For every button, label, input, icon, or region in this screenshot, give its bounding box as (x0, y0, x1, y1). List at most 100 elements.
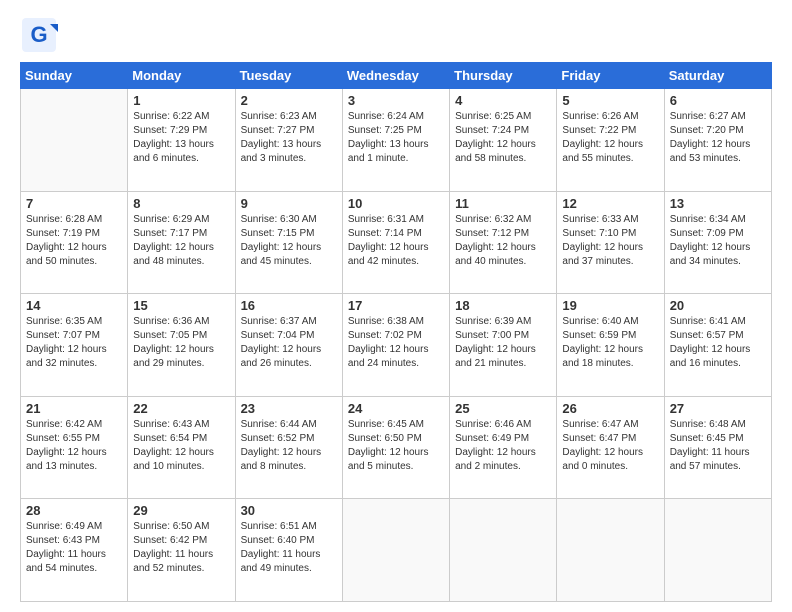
day-number: 1 (133, 93, 229, 108)
day-number: 29 (133, 503, 229, 518)
day-number: 21 (26, 401, 122, 416)
day-number: 12 (562, 196, 658, 211)
calendar-cell (21, 89, 128, 192)
calendar-cell: 15 Sunrise: 6:36 AM Sunset: 7:05 PM Dayli… (128, 294, 235, 397)
daylight-info: Sunrise: 6:36 AM Sunset: 7:05 PM Dayligh… (133, 315, 229, 371)
daylight-info: Sunrise: 6:25 AM Sunset: 7:24 PM Dayligh… (455, 110, 551, 166)
calendar-cell: 7 Sunrise: 6:28 AM Sunset: 7:19 PM Daylig… (21, 191, 128, 294)
week-row-3: 14Sunrise: 6:35 AM Sunset: 7:07 PM Dayli… (21, 294, 772, 397)
col-saturday: Saturday (664, 63, 771, 89)
day-number: 18 (455, 298, 551, 313)
day-number: 11 (455, 196, 551, 211)
calendar-cell: 10 Sunrise: 6:31 AM Sunset: 7:14 PM Dayli… (342, 191, 449, 294)
col-sunday: Sunday (21, 63, 128, 89)
day-number: 26 (562, 401, 658, 416)
week-row-1: 1 Sunrise: 6:22 AM Sunset: 7:29 PM Daylig… (21, 89, 772, 192)
daylight-info: Sunrise: 6:29 AM Sunset: 7:17 PM Dayligh… (133, 213, 229, 269)
daylight-info: Sunrise: 6:26 AM Sunset: 7:22 PM Dayligh… (562, 110, 658, 166)
daylight-info: Sunrise: 6:42 AM Sunset: 6:55 PM Dayligh… (26, 418, 122, 474)
daylight-info: Sunrise: 6:48 AM Sunset: 6:45 PM Dayligh… (670, 418, 766, 474)
daylight-info: Sunrise: 6:24 AM Sunset: 7:25 PM Dayligh… (348, 110, 444, 166)
calendar-cell: 25 Sunrise: 6:46 AM Sunset: 6:49 PM Dayli… (450, 396, 557, 499)
day-number: 13 (670, 196, 766, 211)
day-number: 28 (26, 503, 122, 518)
calendar-cell: 17Sunrise: 6:38 AM Sunset: 7:02 PM Dayli… (342, 294, 449, 397)
col-friday: Friday (557, 63, 664, 89)
col-wednesday: Wednesday (342, 63, 449, 89)
day-number: 2 (241, 93, 337, 108)
daylight-info: Sunrise: 6:50 AM Sunset: 6:42 PM Dayligh… (133, 520, 229, 576)
day-number: 24 (348, 401, 444, 416)
calendar-table: Sunday Monday Tuesday Wednesday Thursday… (20, 62, 772, 602)
daylight-info: Sunrise: 6:27 AM Sunset: 7:20 PM Dayligh… (670, 110, 766, 166)
daylight-info: Sunrise: 6:40 AM Sunset: 6:59 PM Dayligh… (562, 315, 658, 371)
page: G Sunday Monday Tuesday Wednesday Thursd… (0, 0, 792, 612)
col-thursday: Thursday (450, 63, 557, 89)
daylight-info: Sunrise: 6:30 AM Sunset: 7:15 PM Dayligh… (241, 213, 337, 269)
calendar-cell: 2 Sunrise: 6:23 AM Sunset: 7:27 PM Daylig… (235, 89, 342, 192)
daylight-info: Sunrise: 6:51 AM Sunset: 6:40 PM Dayligh… (241, 520, 337, 576)
calendar-cell: 22 Sunrise: 6:43 AM Sunset: 6:54 PM Dayli… (128, 396, 235, 499)
day-number: 15 (133, 298, 229, 313)
daylight-info: Sunrise: 6:31 AM Sunset: 7:14 PM Dayligh… (348, 213, 444, 269)
day-number: 23 (241, 401, 337, 416)
calendar-cell: 8 Sunrise: 6:29 AM Sunset: 7:17 PM Daylig… (128, 191, 235, 294)
calendar-cell (664, 499, 771, 602)
day-number: 19 (562, 298, 658, 313)
calendar-cell: 28Sunrise: 6:49 AM Sunset: 6:43 PM Dayli… (21, 499, 128, 602)
daylight-info: Sunrise: 6:35 AM Sunset: 7:07 PM Dayligh… (26, 315, 122, 371)
calendar-cell: 3 Sunrise: 6:24 AM Sunset: 7:25 PM Daylig… (342, 89, 449, 192)
svg-text:G: G (30, 22, 47, 47)
daylight-info: Sunrise: 6:43 AM Sunset: 6:54 PM Dayligh… (133, 418, 229, 474)
calendar-cell: 20Sunrise: 6:41 AM Sunset: 6:57 PM Dayli… (664, 294, 771, 397)
calendar-cell: 9 Sunrise: 6:30 AM Sunset: 7:15 PM Daylig… (235, 191, 342, 294)
daylight-info: Sunrise: 6:28 AM Sunset: 7:19 PM Dayligh… (26, 213, 122, 269)
calendar-cell (450, 499, 557, 602)
day-number: 25 (455, 401, 551, 416)
daylight-info: Sunrise: 6:44 AM Sunset: 6:52 PM Dayligh… (241, 418, 337, 474)
daylight-info: Sunrise: 6:45 AM Sunset: 6:50 PM Dayligh… (348, 418, 444, 474)
daylight-info: Sunrise: 6:32 AM Sunset: 7:12 PM Dayligh… (455, 213, 551, 269)
day-number: 10 (348, 196, 444, 211)
day-number: 27 (670, 401, 766, 416)
calendar-cell: 21 Sunrise: 6:42 AM Sunset: 6:55 PM Dayli… (21, 396, 128, 499)
day-number: 22 (133, 401, 229, 416)
week-row-5: 28Sunrise: 6:49 AM Sunset: 6:43 PM Dayli… (21, 499, 772, 602)
calendar-cell: 27 Sunrise: 6:48 AM Sunset: 6:45 PM Dayli… (664, 396, 771, 499)
calendar-cell: 24 Sunrise: 6:45 AM Sunset: 6:50 PM Dayli… (342, 396, 449, 499)
calendar-cell: 30 Sunrise: 6:51 AM Sunset: 6:40 PM Dayli… (235, 499, 342, 602)
day-number: 3 (348, 93, 444, 108)
day-number: 9 (241, 196, 337, 211)
calendar-cell: 11 Sunrise: 6:32 AM Sunset: 7:12 PM Dayli… (450, 191, 557, 294)
logo: G (20, 16, 62, 54)
week-row-4: 21 Sunrise: 6:42 AM Sunset: 6:55 PM Dayli… (21, 396, 772, 499)
day-number: 6 (670, 93, 766, 108)
week-row-2: 7 Sunrise: 6:28 AM Sunset: 7:19 PM Daylig… (21, 191, 772, 294)
daylight-info: Sunrise: 6:22 AM Sunset: 7:29 PM Dayligh… (133, 110, 229, 166)
calendar-cell: 12Sunrise: 6:33 AM Sunset: 7:10 PM Dayli… (557, 191, 664, 294)
day-number: 8 (133, 196, 229, 211)
day-number: 30 (241, 503, 337, 518)
calendar-cell (557, 499, 664, 602)
daylight-info: Sunrise: 6:47 AM Sunset: 6:47 PM Dayligh… (562, 418, 658, 474)
col-tuesday: Tuesday (235, 63, 342, 89)
calendar-cell: 23 Sunrise: 6:44 AM Sunset: 6:52 PM Dayli… (235, 396, 342, 499)
col-monday: Monday (128, 63, 235, 89)
day-number: 5 (562, 93, 658, 108)
daylight-info: Sunrise: 6:37 AM Sunset: 7:04 PM Dayligh… (241, 315, 337, 371)
daylight-info: Sunrise: 6:38 AM Sunset: 7:02 PM Dayligh… (348, 315, 444, 371)
daylight-info: Sunrise: 6:39 AM Sunset: 7:00 PM Dayligh… (455, 315, 551, 371)
day-number: 7 (26, 196, 122, 211)
logo-icon: G (20, 16, 58, 54)
calendar-header-row: Sunday Monday Tuesday Wednesday Thursday… (21, 63, 772, 89)
calendar-cell: 16 Sunrise: 6:37 AM Sunset: 7:04 PM Dayli… (235, 294, 342, 397)
daylight-info: Sunrise: 6:41 AM Sunset: 6:57 PM Dayligh… (670, 315, 766, 371)
calendar-cell: 1 Sunrise: 6:22 AM Sunset: 7:29 PM Daylig… (128, 89, 235, 192)
day-number: 16 (241, 298, 337, 313)
header: G (20, 16, 772, 54)
daylight-info: Sunrise: 6:34 AM Sunset: 7:09 PM Dayligh… (670, 213, 766, 269)
daylight-info: Sunrise: 6:23 AM Sunset: 7:27 PM Dayligh… (241, 110, 337, 166)
daylight-info: Sunrise: 6:46 AM Sunset: 6:49 PM Dayligh… (455, 418, 551, 474)
calendar-cell: 26 Sunrise: 6:47 AM Sunset: 6:47 PM Dayli… (557, 396, 664, 499)
calendar-cell: 18 Sunrise: 6:39 AM Sunset: 7:00 PM Dayli… (450, 294, 557, 397)
